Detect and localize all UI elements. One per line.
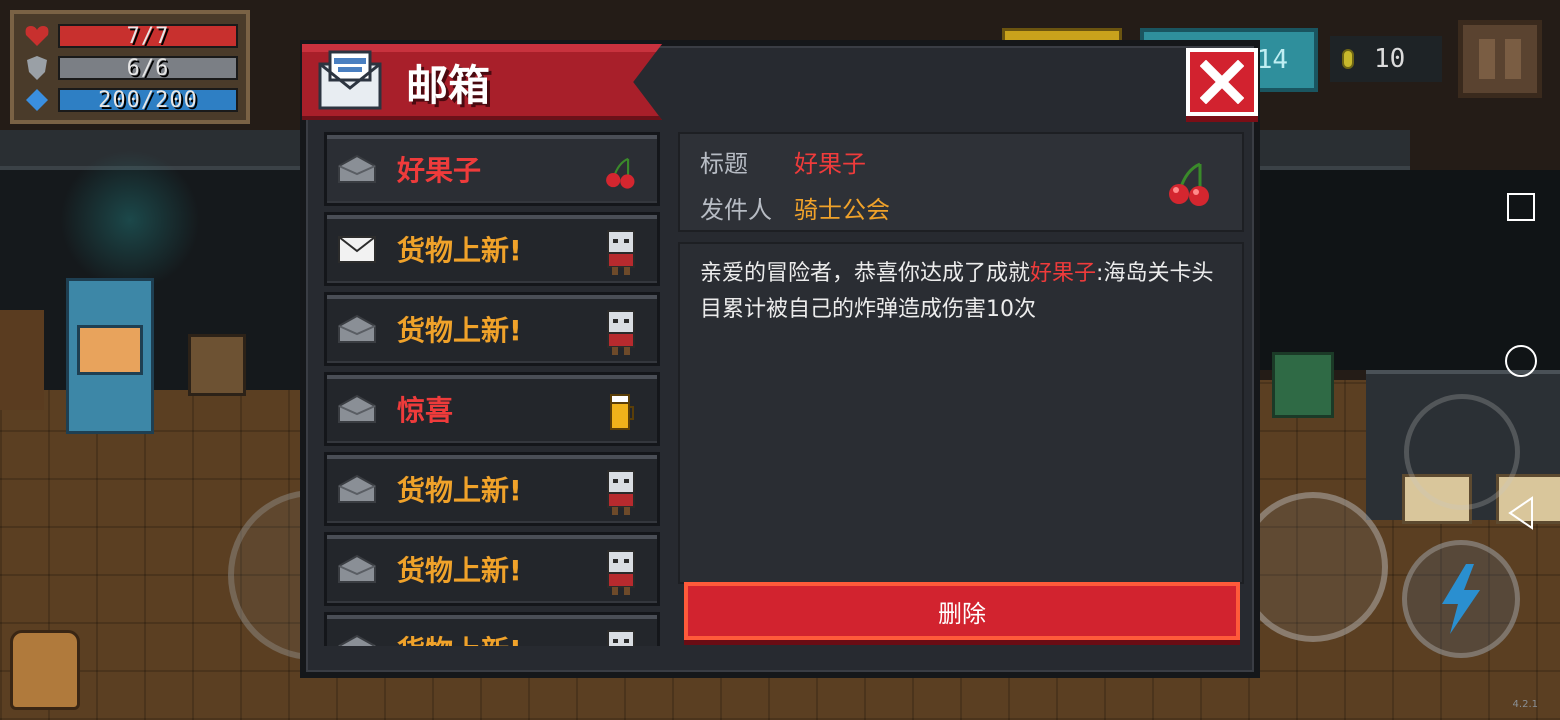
- mail-item[interactable]: 惊喜: [324, 372, 660, 446]
- mail-item-label: 货物上新!: [397, 629, 522, 646]
- mail-item[interactable]: 货物上新!: [324, 292, 660, 366]
- hp-bar: 7/7: [58, 24, 238, 48]
- chest: [188, 334, 246, 396]
- lightning-icon: [1442, 564, 1480, 634]
- merchant-icon: [601, 549, 641, 597]
- sender-value: 骑士公会: [794, 196, 890, 224]
- merchant-icon: [601, 229, 641, 277]
- pet-bear: [10, 630, 80, 710]
- close-button[interactable]: [1186, 48, 1258, 116]
- mail-item-label: 货物上新!: [397, 234, 522, 267]
- title-value: 好果子: [794, 150, 866, 178]
- light-glow: [60, 150, 200, 290]
- closed-envelope-icon: [337, 554, 377, 584]
- mail-item-label: 货物上新!: [397, 314, 522, 347]
- energy-value: 200/200: [98, 88, 198, 112]
- closed-envelope-icon: [337, 634, 377, 646]
- recents-nav-icon[interactable]: [1500, 186, 1542, 228]
- coin-icon: [1342, 49, 1354, 69]
- back-nav-icon[interactable]: [1500, 492, 1542, 534]
- mail-envelope-icon: [318, 50, 382, 110]
- player-stats-panel: 7/7 6/6 200/200: [10, 10, 250, 124]
- closed-envelope-icon: [337, 474, 377, 504]
- closed-envelope-icon: [337, 314, 377, 344]
- skill-button[interactable]: [1402, 540, 1520, 658]
- mail-item[interactable]: 货物上新!: [324, 612, 660, 646]
- version-label: 4.2.1: [1512, 699, 1538, 710]
- attack-button[interactable]: [1238, 492, 1388, 642]
- mail-item-label: 货物上新!: [397, 554, 522, 587]
- dialog-header: 邮箱: [302, 44, 662, 120]
- sender-key: 发件人: [700, 196, 772, 224]
- pause-button[interactable]: [1458, 20, 1542, 98]
- shield-icon: [22, 55, 52, 81]
- body-text-prefix: 亲爱的冒险者，恭喜你达成了成就: [700, 261, 1031, 286]
- merchant-icon: [601, 309, 641, 357]
- close-icon: [1200, 60, 1244, 104]
- energy-diamond-icon: [22, 87, 52, 113]
- heart-icon: [22, 23, 52, 49]
- hp-value: 7/7: [126, 24, 170, 48]
- cherry-icon: [601, 149, 641, 197]
- closed-envelope-icon: [337, 154, 377, 184]
- mail-item-label: 好果子: [397, 154, 482, 187]
- open-envelope-icon: [337, 234, 377, 264]
- green-cabinet: [1272, 352, 1334, 418]
- energy-bar: 200/200: [58, 88, 238, 112]
- mail-item-label: 货物上新!: [397, 474, 522, 507]
- mail-item[interactable]: 货物上新!: [324, 212, 660, 286]
- mailbox-dialog: 邮箱 好果子货物上新!货物上新!惊喜货物上新!货物上新!货物上新! 标题 好果子…: [300, 40, 1260, 678]
- body-achievement-name: 好果子: [1030, 261, 1097, 286]
- npc-character: [0, 310, 44, 410]
- mail-body: 亲爱的冒险者，恭喜你达成了成就好果子:海岛关卡头目累计被自己的炸弹造成伤害10次: [678, 242, 1244, 584]
- coin-counter: 10: [1330, 36, 1442, 82]
- delete-button[interactable]: 删除: [684, 582, 1240, 640]
- coin-count: 10: [1374, 44, 1406, 74]
- mail-list[interactable]: 好果子货物上新!货物上新!惊喜货物上新!货物上新!货物上新!: [324, 132, 662, 646]
- dialog-title: 邮箱: [406, 61, 491, 110]
- mail-item-label: 惊喜: [397, 394, 454, 427]
- armor-bar: 6/6: [58, 56, 238, 80]
- home-nav-icon[interactable]: [1500, 340, 1542, 382]
- merchant-icon: [601, 629, 641, 646]
- cherry-icon: [1169, 162, 1209, 206]
- armor-value: 6/6: [126, 56, 170, 80]
- beer-icon: [601, 389, 641, 437]
- title-key: 标题: [700, 150, 748, 178]
- mail-item[interactable]: 货物上新!: [324, 452, 660, 526]
- gacha-machine: [66, 278, 154, 434]
- gem-count: 14: [1256, 45, 1288, 75]
- merchant-icon: [601, 469, 641, 517]
- mail-detail-header: 标题 好果子 发件人 骑士公会: [678, 132, 1244, 232]
- mail-item[interactable]: 好果子: [324, 132, 660, 206]
- mail-item[interactable]: 货物上新!: [324, 532, 660, 606]
- closed-envelope-icon: [337, 394, 377, 424]
